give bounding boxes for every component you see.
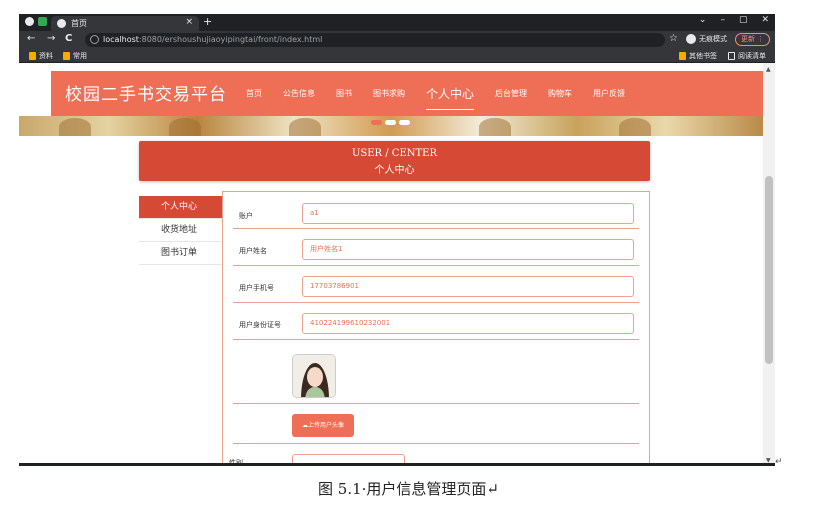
- bookmark-label: 阅读清单: [738, 52, 766, 60]
- side-item-profile[interactable]: 个人中心: [139, 196, 222, 219]
- forward-icon[interactable]: →: [47, 33, 55, 44]
- scroll-up-icon[interactable]: ▲: [766, 66, 771, 73]
- tab-search-icon[interactable]: ⌄: [699, 15, 707, 25]
- banner-tree: [619, 118, 651, 136]
- url-host: localhost: [103, 35, 139, 44]
- user-side-menu: 个人中心 收货地址 图书订单: [139, 196, 222, 265]
- screenshot-figure: 首页 × + ⌄ – ▢ ✕ ← → C localhost:8080/ersh…: [19, 14, 775, 466]
- phone-input[interactable]: 17703786901: [302, 276, 634, 297]
- upload-avatar-button[interactable]: ☁上传用户头像: [292, 414, 354, 437]
- incognito-icon: [686, 34, 696, 44]
- banner-tree: [59, 118, 91, 136]
- main-nav: 首页 公告信息 图书 图书求购 个人中心 后台管理 购物车 用户反馈: [246, 71, 646, 116]
- banner-image: [19, 116, 763, 136]
- profile-form: 账户 a1 用户姓名 用户姓名1 用户手机号 17703786901 用户身份证…: [222, 191, 650, 466]
- form-row: 用户姓名 用户姓名1: [233, 229, 639, 266]
- site-info-icon[interactable]: [90, 35, 99, 44]
- banner-tree: [479, 118, 511, 136]
- nav-cart[interactable]: 购物车: [548, 88, 572, 99]
- form-row: 用户手机号 17703786901: [233, 266, 639, 303]
- form-row: 用户身份证号 410224199610232001: [233, 303, 639, 340]
- favicon-icon: [57, 19, 66, 28]
- reading-list[interactable]: 阅读清单: [728, 51, 766, 61]
- nav-user-center[interactable]: 个人中心: [426, 85, 475, 110]
- user-center-title-zh: 个人中心: [374, 165, 415, 176]
- url-path: :8080/ershoushujiaoyipingtai/front/index…: [138, 35, 323, 44]
- nav-book-requests[interactable]: 图书求购: [373, 88, 405, 99]
- avatar-photo: [293, 355, 335, 397]
- user-name-input[interactable]: 用户姓名1: [302, 239, 634, 260]
- bookmark-label: 资料: [39, 52, 53, 60]
- page-scrollbar[interactable]: ▲ ▼: [763, 63, 775, 466]
- bookmarks-bar: 资料 常用 其他书签 阅读清单: [19, 49, 775, 63]
- banner-tree: [169, 118, 201, 136]
- browser-left-icons: [25, 17, 47, 26]
- form-row: 账户 a1: [233, 192, 639, 229]
- avatar: [292, 354, 336, 398]
- user-center-title-en: USER / CENTER: [351, 148, 438, 159]
- reading-list-icon: [728, 52, 735, 60]
- minimize-icon[interactable]: –: [720, 15, 725, 25]
- upload-label: 上传用户头像: [307, 422, 344, 429]
- incognito-indicator[interactable]: 无痕模式: [686, 34, 727, 44]
- other-bookmarks[interactable]: 其他书签: [679, 51, 717, 61]
- carousel-dot[interactable]: [371, 120, 382, 125]
- nav-home[interactable]: 首页: [246, 88, 262, 99]
- nav-notices[interactable]: 公告信息: [283, 88, 315, 99]
- scroll-thumb[interactable]: [765, 176, 773, 364]
- figure-caption: 图 5.1·用户信息管理页面↵: [318, 480, 499, 498]
- nav-feedback[interactable]: 用户反馈: [593, 88, 625, 99]
- reload-icon[interactable]: C: [65, 33, 72, 44]
- browser-tab-bar: 首页 × + ⌄ – ▢ ✕: [19, 14, 775, 31]
- field-label: 账户: [239, 212, 253, 220]
- restore-icon[interactable]: ▢: [739, 15, 748, 25]
- web-page: 校园二手书交易平台 首页 公告信息 图书 图书求购 个人中心 后台管理 购物车 …: [19, 63, 763, 466]
- back-icon[interactable]: ←: [27, 33, 35, 44]
- new-tab-button[interactable]: +: [203, 15, 212, 28]
- account-input[interactable]: a1: [302, 203, 634, 224]
- banner-tree: [289, 118, 321, 136]
- folder-icon: [29, 52, 36, 60]
- chrome-icon[interactable]: [25, 17, 34, 26]
- nav-admin[interactable]: 后台管理: [495, 88, 527, 99]
- tab-close-icon[interactable]: ×: [185, 17, 193, 27]
- field-label: 用户姓名: [239, 247, 267, 255]
- browser-tab[interactable]: 首页 ×: [51, 16, 199, 31]
- side-item-address[interactable]: 收货地址: [139, 219, 222, 242]
- bookmark-folder[interactable]: 常用: [63, 51, 87, 61]
- tab-title: 首页: [71, 19, 87, 28]
- bookmark-label: 常用: [73, 52, 87, 60]
- field-label: 用户手机号: [239, 284, 274, 292]
- paragraph-mark: ↵: [775, 457, 783, 467]
- app-icon[interactable]: [38, 17, 47, 26]
- window-close-icon[interactable]: ✕: [761, 15, 769, 25]
- window-controls: ⌄ – ▢ ✕: [699, 15, 769, 25]
- site-header: 校园二手书交易平台 首页 公告信息 图书 图书求购 个人中心 后台管理 购物车 …: [51, 71, 763, 116]
- user-center-header: USER / CENTER 个人中心: [139, 141, 650, 181]
- folder-icon: [679, 52, 686, 60]
- carousel-indicators: [371, 120, 410, 125]
- bookmark-folder[interactable]: 资料: [29, 51, 53, 61]
- folder-icon: [63, 52, 70, 60]
- nav-books[interactable]: 图书: [336, 88, 352, 99]
- field-label: 用户身份证号: [239, 321, 281, 329]
- id-card-input[interactable]: 410224199610232001: [302, 313, 634, 334]
- address-bar: ← → C localhost:8080/ershoushujiaoyiping…: [19, 31, 775, 49]
- incognito-label: 无痕模式: [699, 35, 727, 43]
- bookmark-label: 其他书签: [689, 52, 717, 60]
- taskbar-strip: [19, 463, 775, 466]
- update-button[interactable]: 更新 ⋮: [735, 33, 771, 46]
- carousel-dot[interactable]: [385, 120, 396, 125]
- url-field[interactable]: localhost:8080/ershoushujiaoyipingtai/fr…: [85, 33, 665, 47]
- url-text: localhost:8080/ershoushujiaoyipingtai/fr…: [103, 35, 322, 44]
- side-item-orders[interactable]: 图书订单: [139, 242, 222, 265]
- site-logo[interactable]: 校园二手书交易平台: [65, 80, 227, 105]
- bookmark-star-icon[interactable]: ☆: [669, 33, 678, 44]
- carousel-dot[interactable]: [399, 120, 410, 125]
